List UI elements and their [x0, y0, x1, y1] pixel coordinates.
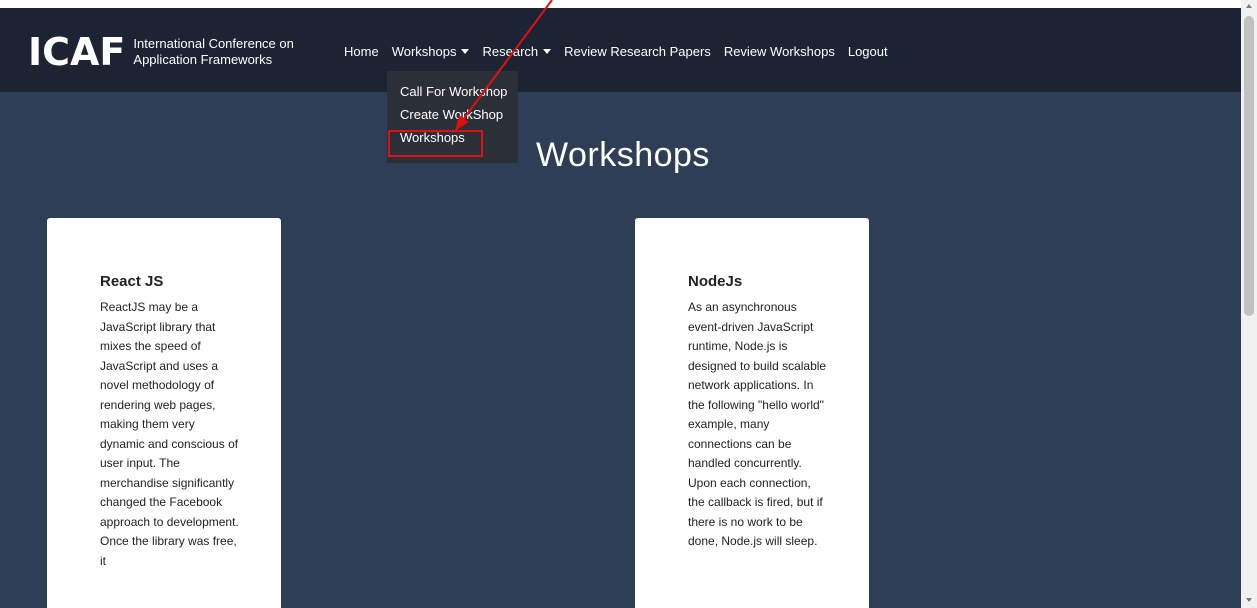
brand-logo[interactable]: ICAF International Conference on Applica… [28, 32, 303, 72]
nav-review-research-papers[interactable]: Review Research Papers [564, 44, 711, 59]
card-description: ReactJS may be a JavaScript library that… [100, 300, 239, 568]
nav-workshops-dropdown[interactable]: Workshops [392, 44, 470, 59]
brand-subtitle: International Conference on Application … [133, 36, 294, 67]
scroll-thumb[interactable] [1244, 16, 1254, 316]
page-title: Workshops [536, 136, 710, 174]
workshop-card[interactable]: React JS ReactJS may be a JavaScript lib… [47, 218, 281, 608]
nav-research-label: Research [482, 44, 539, 59]
card-title: React JS [100, 273, 164, 290]
brand-mark: ICAF [28, 30, 126, 74]
dropdown-item-call-for-workshop[interactable]: Call For Workshop [387, 80, 518, 103]
nav-research-dropdown[interactable]: Research [482, 44, 552, 59]
card-description: As an asynchronous event-driven JavaScri… [688, 300, 827, 548]
scroll-up-arrow-icon[interactable] [1246, 4, 1252, 8]
annotation-highlight-box [388, 130, 483, 157]
caret-down-icon [461, 49, 470, 54]
dropdown-item-create-workshop[interactable]: Create WorkShop [387, 103, 518, 126]
caret-down-icon [543, 49, 552, 54]
card-title: NodeJs [688, 273, 743, 290]
navbar: ICAF International Conference on Applica… [0, 8, 1241, 92]
nav-workshops-label: Workshops [391, 44, 457, 59]
scroll-down-arrow-icon[interactable] [1246, 598, 1252, 602]
nav-review-workshops[interactable]: Review Workshops [724, 44, 835, 59]
vertical-scrollbar[interactable] [1241, 0, 1257, 608]
top-strip [0, 0, 1241, 8]
nav-logout[interactable]: Logout [848, 44, 888, 59]
main-nav: Home Workshops Research Review Research … [344, 44, 901, 59]
workshop-card[interactable]: NodeJs As an asynchronous event-driven J… [635, 218, 869, 608]
nav-home[interactable]: Home [344, 44, 379, 59]
